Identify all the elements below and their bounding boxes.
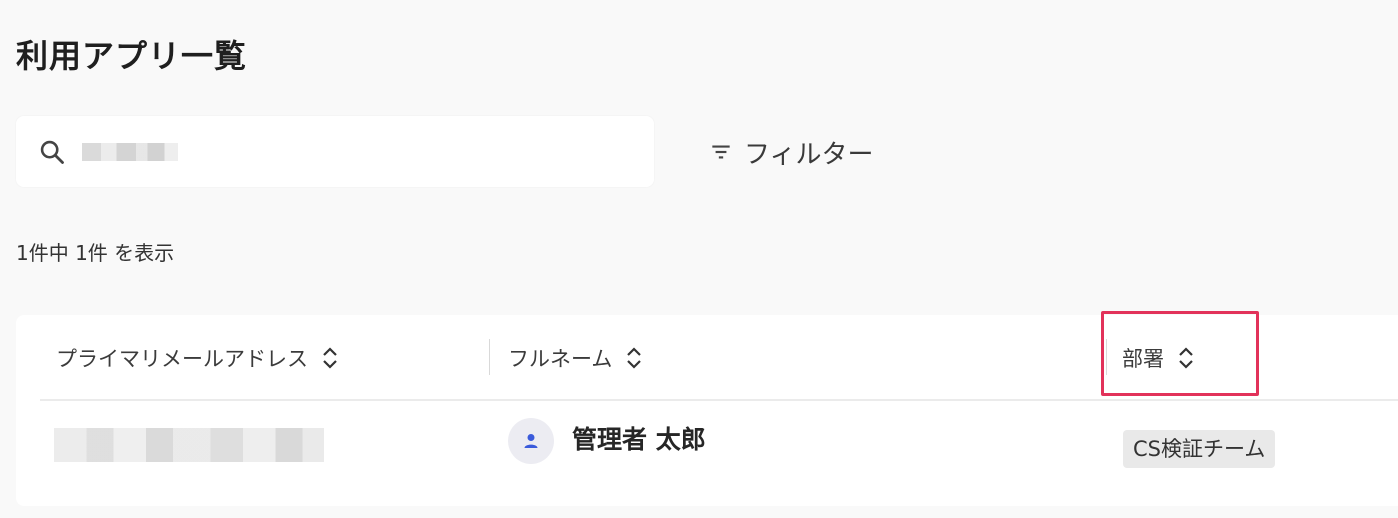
- redacted-search-text: [82, 143, 178, 161]
- highlight-annotation: [1101, 311, 1259, 396]
- app-list-page: 利用アプリ一覧 フィルター 1件中 1件 を表示 プライマリメールアドレス フル…: [0, 0, 1398, 518]
- column-header-fullname-label: フルネーム: [508, 347, 613, 371]
- sort-icon[interactable]: [624, 345, 644, 371]
- avatar: [508, 418, 554, 464]
- department-chip: CS検証チーム: [1123, 430, 1276, 468]
- users-table: プライマリメールアドレス フルネーム 部署 管理者 太郎 CS検証チーム: [16, 311, 1398, 506]
- redacted-email: [54, 428, 324, 462]
- column-header-email[interactable]: プライマリメールアドレス: [56, 341, 340, 375]
- column-header-email-label: プライマリメールアドレス: [56, 347, 308, 371]
- column-header-fullname[interactable]: フルネーム: [508, 341, 644, 375]
- column-divider[interactable]: [489, 339, 490, 375]
- header-divider: [40, 399, 1398, 401]
- search-input[interactable]: [100, 140, 620, 162]
- user-icon: [524, 434, 538, 448]
- result-count: 1件中 1件 を表示: [16, 241, 175, 265]
- filter-button[interactable]: フィルター: [708, 132, 873, 172]
- search-icon: [40, 140, 64, 164]
- sort-icon[interactable]: [320, 345, 340, 371]
- filter-label: フィルター: [744, 139, 874, 170]
- filter-icon: [712, 145, 730, 159]
- fullname-cell: 管理者 太郎: [572, 425, 706, 454]
- page-title: 利用アプリ一覧: [16, 37, 248, 75]
